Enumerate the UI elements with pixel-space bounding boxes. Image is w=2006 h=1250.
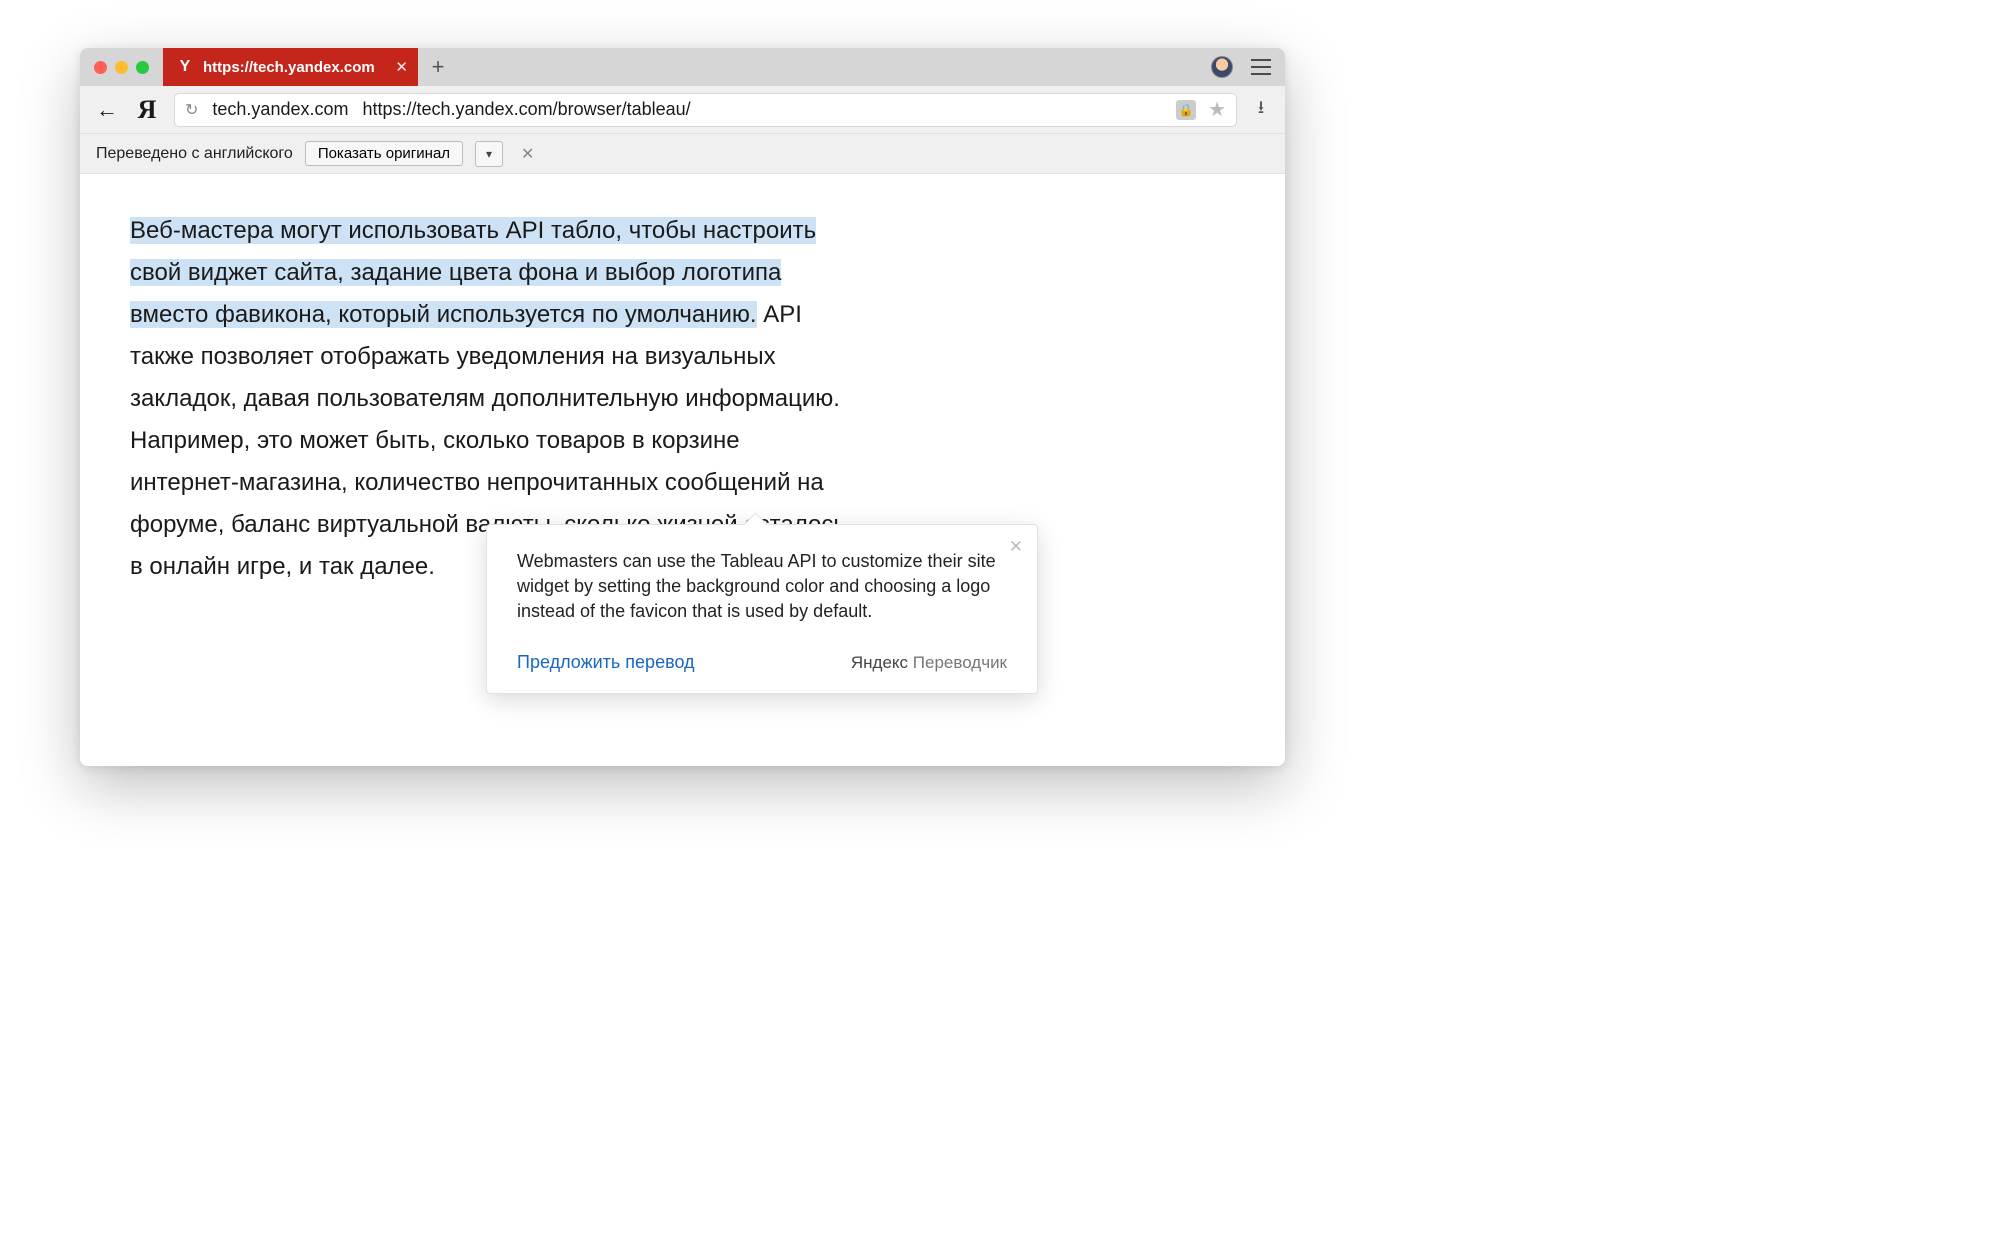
suggest-translation-link[interactable]: Предложить перевод <box>517 652 695 673</box>
omnibox-actions: 🔒 ★ <box>1176 97 1226 122</box>
tab-favicon: Y <box>177 59 193 75</box>
translator-brand: Яндекс Переводчик <box>851 653 1007 673</box>
yandex-home-button[interactable]: Я <box>134 95 160 125</box>
translator-brand-name: Яндекс <box>851 653 908 672</box>
tab-bar: Y https://tech.yandex.com ✕ + <box>80 48 1285 86</box>
page-content: Веб-мастера могут использовать API табло… <box>80 174 1285 766</box>
lock-icon[interactable]: 🔒 <box>1176 100 1196 120</box>
popup-close-icon[interactable]: ✕ <box>1009 537 1023 557</box>
new-tab-button[interactable]: + <box>418 48 458 86</box>
bookmark-star-icon[interactable]: ★ <box>1208 97 1226 122</box>
downloads-icon[interactable]: ⭳ <box>1251 95 1271 125</box>
active-tab[interactable]: Y https://tech.yandex.com ✕ <box>163 48 418 86</box>
omnibox[interactable]: ↻ tech.yandex.com https://tech.yandex.co… <box>174 93 1237 127</box>
back-button[interactable]: ← <box>94 97 120 123</box>
highlighted-selection: Веб-мастера могут использовать API табло… <box>130 217 816 328</box>
window-close-button[interactable] <box>94 61 107 74</box>
window-minimize-button[interactable] <box>115 61 128 74</box>
address-bar: ← Я ↻ tech.yandex.com https://tech.yande… <box>80 86 1285 134</box>
popup-translation-text: Webmasters can use the Tableau API to cu… <box>517 549 1007 624</box>
tab-bar-right <box>1211 48 1285 86</box>
url-full: https://tech.yandex.com/browser/tableau/ <box>362 99 690 120</box>
popup-footer: Предложить перевод Яндекс Переводчик <box>517 652 1007 673</box>
translation-popup: ✕ Webmasters can use the Tableau API to … <box>486 524 1038 694</box>
profile-avatar[interactable] <box>1211 56 1233 78</box>
show-original-button[interactable]: Показать оригинал <box>305 141 463 166</box>
browser-window: Y https://tech.yandex.com ✕ + ← Я ↻ tech… <box>80 48 1285 766</box>
tab-close-icon[interactable]: ✕ <box>395 58 408 76</box>
window-controls <box>80 48 163 86</box>
translator-brand-suffix: Переводчик <box>908 653 1007 672</box>
menu-icon[interactable] <box>1251 59 1271 75</box>
translate-bar: Переведено с английского Показать оригин… <box>80 134 1285 174</box>
tab-title: https://tech.yandex.com <box>203 59 375 76</box>
window-maximize-button[interactable] <box>136 61 149 74</box>
translate-bar-close-icon[interactable]: ✕ <box>515 144 540 164</box>
url-host: tech.yandex.com <box>212 99 348 120</box>
translate-status-label: Переведено с английского <box>96 145 293 163</box>
reload-icon[interactable]: ↻ <box>185 100 198 120</box>
translate-options-dropdown[interactable]: ▾ <box>475 141 503 167</box>
